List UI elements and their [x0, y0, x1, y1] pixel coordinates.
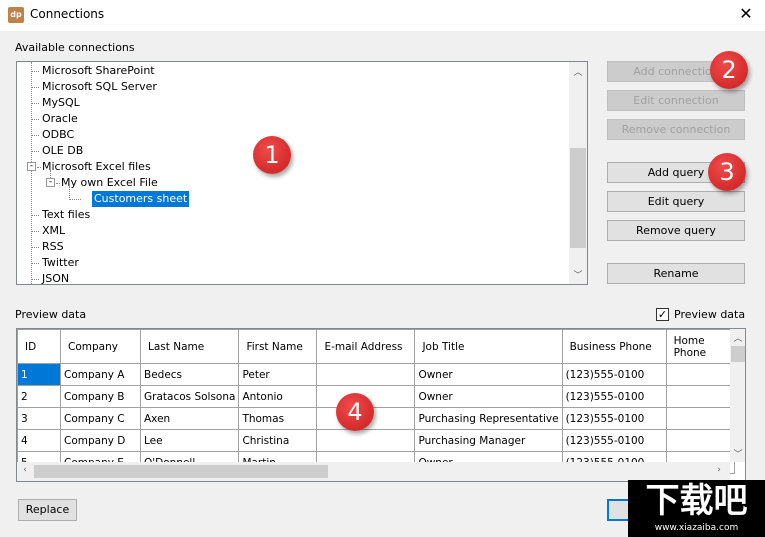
tree-item[interactable]: Twitter: [42, 255, 79, 271]
table-cell[interactable]: [316, 363, 416, 386]
table-cell[interactable]: [665, 429, 735, 452]
connections-tree[interactable]: Microsoft SharePoint Microsoft SQL Server…: [16, 61, 588, 285]
tree-item[interactable]: OLE DB: [42, 143, 83, 159]
tree-item[interactable]: MySQL: [42, 95, 80, 111]
column-header[interactable]: First Name: [238, 329, 318, 364]
tree-item[interactable]: My own Excel File: [61, 175, 158, 191]
preview-data-checkbox[interactable]: ✓: [656, 308, 669, 321]
callout-badge: 1: [253, 136, 291, 174]
table-cell[interactable]: Company D: [60, 429, 141, 452]
edit-connection-button[interactable]: Edit connection: [607, 90, 745, 111]
column-header[interactable]: Business Phone: [561, 329, 667, 364]
table-cell[interactable]: Purchasing Representative: [414, 407, 563, 430]
rename-button[interactable]: Rename: [607, 263, 745, 284]
tree-item[interactable]: Text files: [42, 207, 90, 223]
watermark-logo: 下载吧 www.xiazaiba.com: [628, 480, 765, 537]
scroll-up-icon[interactable]: ︿: [570, 65, 586, 78]
table-row[interactable]: 3 Company C Axen Thomas Purchasing Represent…: [17, 407, 735, 430]
tree-item[interactable]: XML: [42, 223, 65, 239]
table-cell[interactable]: (123)555-0100: [561, 363, 667, 386]
table-cell[interactable]: 3: [17, 407, 61, 430]
table-cell[interactable]: Bedecs: [139, 363, 240, 386]
replace-button[interactable]: Replace: [18, 499, 77, 521]
preview-data-label: Preview data: [15, 308, 87, 321]
column-header[interactable]: Last Name: [139, 329, 240, 364]
preview-grid[interactable]: ID Company Last Name First Name E-mail Addre…: [16, 328, 746, 482]
table-row[interactable]: 2 Company B Gratacos Solsona Antonio Owner (1…: [17, 385, 735, 408]
table-cell[interactable]: Company B: [60, 385, 141, 408]
table-cell[interactable]: Peter: [238, 363, 318, 386]
table-cell[interactable]: Lee: [139, 429, 240, 452]
tree-scrollbar[interactable]: ︿ ﹀: [569, 62, 587, 284]
table-cell[interactable]: [665, 385, 735, 408]
tree-item[interactable]: Customers sheet: [92, 191, 190, 207]
column-header[interactable]: ID: [17, 329, 61, 364]
tree-item[interactable]: Microsoft Excel files: [42, 159, 151, 175]
title-bar: dp Connections ✕: [0, 0, 765, 31]
column-header[interactable]: Company: [60, 329, 141, 364]
collapse-icon[interactable]: -: [46, 178, 55, 187]
table-cell[interactable]: Christina: [238, 429, 318, 452]
grid-vscrollbar[interactable]: ︿ ﹀: [730, 329, 745, 462]
table-cell[interactable]: Axen: [139, 407, 240, 430]
column-header[interactable]: E-mail Address: [316, 329, 416, 364]
tree-item[interactable]: RSS: [42, 239, 64, 255]
table-cell[interactable]: 1: [17, 363, 61, 386]
app-icon: dp: [8, 7, 24, 23]
edit-query-button[interactable]: Edit query: [607, 191, 745, 212]
watermark-text: 下载吧: [645, 481, 748, 521]
close-icon[interactable]: ✕: [736, 4, 756, 24]
callout-badge: 4: [336, 393, 374, 431]
table-cell[interactable]: Company C: [60, 407, 141, 430]
collapse-icon[interactable]: -: [27, 162, 36, 171]
table-cell[interactable]: [665, 363, 735, 386]
table-cell[interactable]: 2: [17, 385, 61, 408]
available-connections-label: Available connections: [15, 41, 135, 54]
tree-item[interactable]: Oracle: [42, 111, 78, 127]
table-cell[interactable]: (123)555-0100: [561, 385, 667, 408]
table-cell[interactable]: (123)555-0100: [561, 429, 667, 452]
callout-badge: 3: [708, 153, 746, 191]
table-cell[interactable]: Owner: [414, 363, 563, 386]
remove-connection-button[interactable]: Remove connection: [607, 119, 745, 140]
table-cell[interactable]: [665, 407, 735, 430]
tree-item[interactable]: ODBC: [42, 127, 74, 143]
table-cell[interactable]: Antonio: [238, 385, 318, 408]
scroll-right-icon[interactable]: ›: [711, 465, 727, 475]
table-cell[interactable]: 4: [17, 429, 61, 452]
preview-data-checkbox-label: Preview data: [674, 308, 746, 321]
column-header[interactable]: Home Phone: [665, 329, 735, 364]
table-cell[interactable]: Purchasing Manager: [414, 429, 563, 452]
tree-item[interactable]: Microsoft SharePoint: [42, 63, 155, 79]
table-cell[interactable]: [316, 429, 416, 452]
scroll-left-icon[interactable]: ‹: [17, 465, 33, 475]
table-cell[interactable]: Owner: [414, 385, 563, 408]
window-title: Connections: [30, 7, 105, 21]
scroll-thumb[interactable]: [570, 148, 586, 248]
table-row[interactable]: 4 Company D Lee Christina Purchasing Manager…: [17, 429, 735, 452]
watermark-url: www.xiazaiba.com: [654, 523, 739, 533]
table-cell[interactable]: (123)555-0100: [561, 407, 667, 430]
tree-item[interactable]: JSON: [42, 271, 69, 284]
tree-item[interactable]: Microsoft SQL Server: [42, 79, 157, 95]
table-row[interactable]: 1 Company A Bedecs Peter Owner (123)555-0100: [17, 363, 735, 386]
scroll-up-icon[interactable]: ︿: [730, 331, 745, 344]
scroll-down-icon[interactable]: ﹀: [570, 268, 586, 281]
grid-hscrollbar[interactable]: ‹ ›: [17, 462, 730, 481]
callout-badge: 2: [710, 51, 748, 89]
remove-query-button[interactable]: Remove query: [607, 220, 745, 241]
scroll-thumb[interactable]: [731, 346, 745, 362]
column-header[interactable]: Job Title: [414, 329, 563, 364]
scroll-thumb[interactable]: [34, 465, 328, 478]
table-cell[interactable]: Gratacos Solsona: [139, 385, 240, 408]
table-cell[interactable]: Company A: [60, 363, 141, 386]
table-cell[interactable]: Thomas: [238, 407, 318, 430]
scroll-down-icon[interactable]: ﹀: [730, 447, 745, 460]
